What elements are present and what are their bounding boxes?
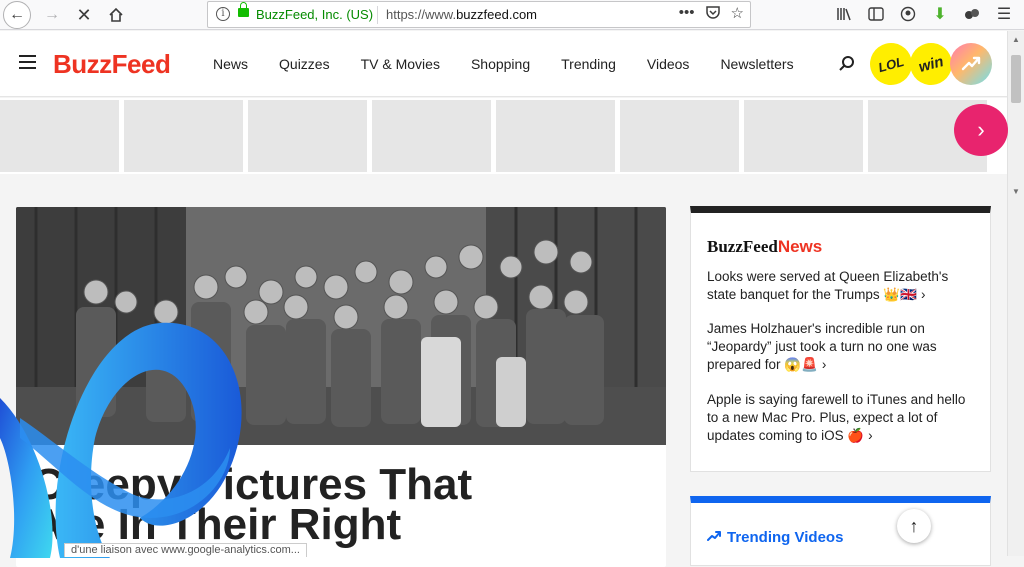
news-logo-suffix: News — [777, 237, 823, 256]
nav-item-shopping[interactable]: Shopping — [471, 56, 530, 72]
bookmark-star-icon[interactable]: ☆ — [731, 4, 744, 24]
main-nav: News Quizzes TV & Movies Shopping Trendi… — [213, 56, 825, 72]
url-text[interactable]: https://www.buzzfeed.com — [386, 7, 537, 22]
scrollbar-thumb[interactable] — [1011, 55, 1021, 103]
url-domain: buzzfeed.com — [456, 7, 538, 22]
extension-icon[interactable] — [962, 3, 982, 25]
trending-badge-icon[interactable] — [950, 43, 992, 85]
search-icon[interactable] — [838, 55, 856, 73]
site-identity[interactable]: BuzzFeed, Inc. (US) — [256, 7, 373, 22]
carousel-tile[interactable] — [744, 100, 863, 172]
status-bar: d'une liaison avec www.google-analytics.… — [64, 543, 307, 557]
news-item[interactable]: Looks were served at Queen Elizabeth's s… — [707, 268, 977, 304]
page-actions-icon[interactable]: ••• — [679, 4, 695, 24]
nav-item-trending[interactable]: Trending — [561, 56, 616, 72]
overlay-logo-icon — [0, 322, 242, 558]
news-item[interactable]: James Holzhauer's incredible run on “Jeo… — [707, 320, 977, 374]
trending-arrow-icon — [707, 531, 721, 541]
nav-item-quizzes[interactable]: Quizzes — [279, 56, 330, 72]
feature-carousel — [0, 98, 1007, 174]
nav-item-videos[interactable]: Videos — [647, 56, 690, 72]
url-scheme: https://www. — [386, 7, 457, 22]
stop-loading-icon[interactable]: ✕ — [72, 3, 96, 27]
carousel-tile[interactable] — [372, 100, 491, 172]
news-item[interactable]: Apple is saying farewell to iTunes and h… — [707, 391, 977, 445]
menu-icon[interactable]: ☰ — [994, 3, 1014, 25]
trending-videos-label: Trending Videos — [727, 529, 844, 546]
news-item-text: Apple is saying farewell to iTunes and h… — [707, 392, 966, 443]
carousel-tile[interactable] — [124, 100, 243, 172]
carousel-tile[interactable] — [248, 100, 367, 172]
chevron-right-icon: › — [920, 287, 926, 302]
buzzfeed-logo[interactable]: BuzzFeed — [53, 49, 171, 80]
news-logo-main: BuzzFeed — [707, 237, 778, 256]
sidebar-icon[interactable] — [866, 3, 886, 25]
nav-item-news[interactable]: News — [213, 56, 248, 72]
site-header: BuzzFeed News Quizzes TV & Movies Shoppi… — [0, 31, 1007, 97]
chevron-right-icon: › — [821, 357, 827, 372]
page-scrollbar[interactable]: ▲ ▼ — [1007, 31, 1024, 556]
lock-icon[interactable] — [238, 2, 249, 17]
chevron-right-icon: › — [868, 428, 873, 443]
news-item-text: Looks were served at Queen Elizabeth's s… — [707, 269, 949, 302]
hamburger-menu-icon[interactable] — [19, 55, 36, 69]
win-badge[interactable]: win — [905, 38, 957, 90]
scroll-up-arrow-icon[interactable]: ▲ — [1011, 35, 1021, 45]
carousel-tile[interactable] — [620, 100, 739, 172]
forward-arrow-icon[interactable]: → — [40, 3, 64, 27]
download-icon[interactable]: ⬇ — [930, 3, 950, 25]
url-bar[interactable]: i BuzzFeed, Inc. (US) https://www.buzzfe… — [207, 1, 751, 28]
carousel-tile[interactable] — [496, 100, 615, 172]
carousel-next-button[interactable]: › — [954, 104, 1008, 156]
library-icon[interactable] — [834, 3, 854, 25]
scroll-down-arrow-icon[interactable]: ▼ — [1011, 187, 1021, 197]
back-arrow-icon[interactable]: ← — [3, 1, 31, 29]
url-separator — [377, 6, 378, 24]
trending-videos-title[interactable]: Trending Videos — [707, 529, 843, 546]
buzzfeed-news-logo[interactable]: BuzzFeedNews — [707, 237, 822, 257]
account-icon[interactable] — [898, 3, 918, 25]
info-icon[interactable]: i — [216, 7, 230, 21]
browser-toolbar: ← → ✕ i BuzzFeed, Inc. (US) https://www.… — [0, 0, 1024, 30]
nav-item-tv-movies[interactable]: TV & Movies — [361, 56, 440, 72]
scroll-to-top-button[interactable]: ↑ — [897, 509, 931, 543]
carousel-tile[interactable] — [0, 100, 119, 172]
buzzfeed-news-card: BuzzFeedNews Looks were served at Queen … — [690, 206, 991, 472]
home-icon[interactable] — [104, 3, 128, 27]
nav-item-newsletters[interactable]: Newsletters — [720, 56, 793, 72]
pocket-icon[interactable] — [705, 4, 721, 24]
